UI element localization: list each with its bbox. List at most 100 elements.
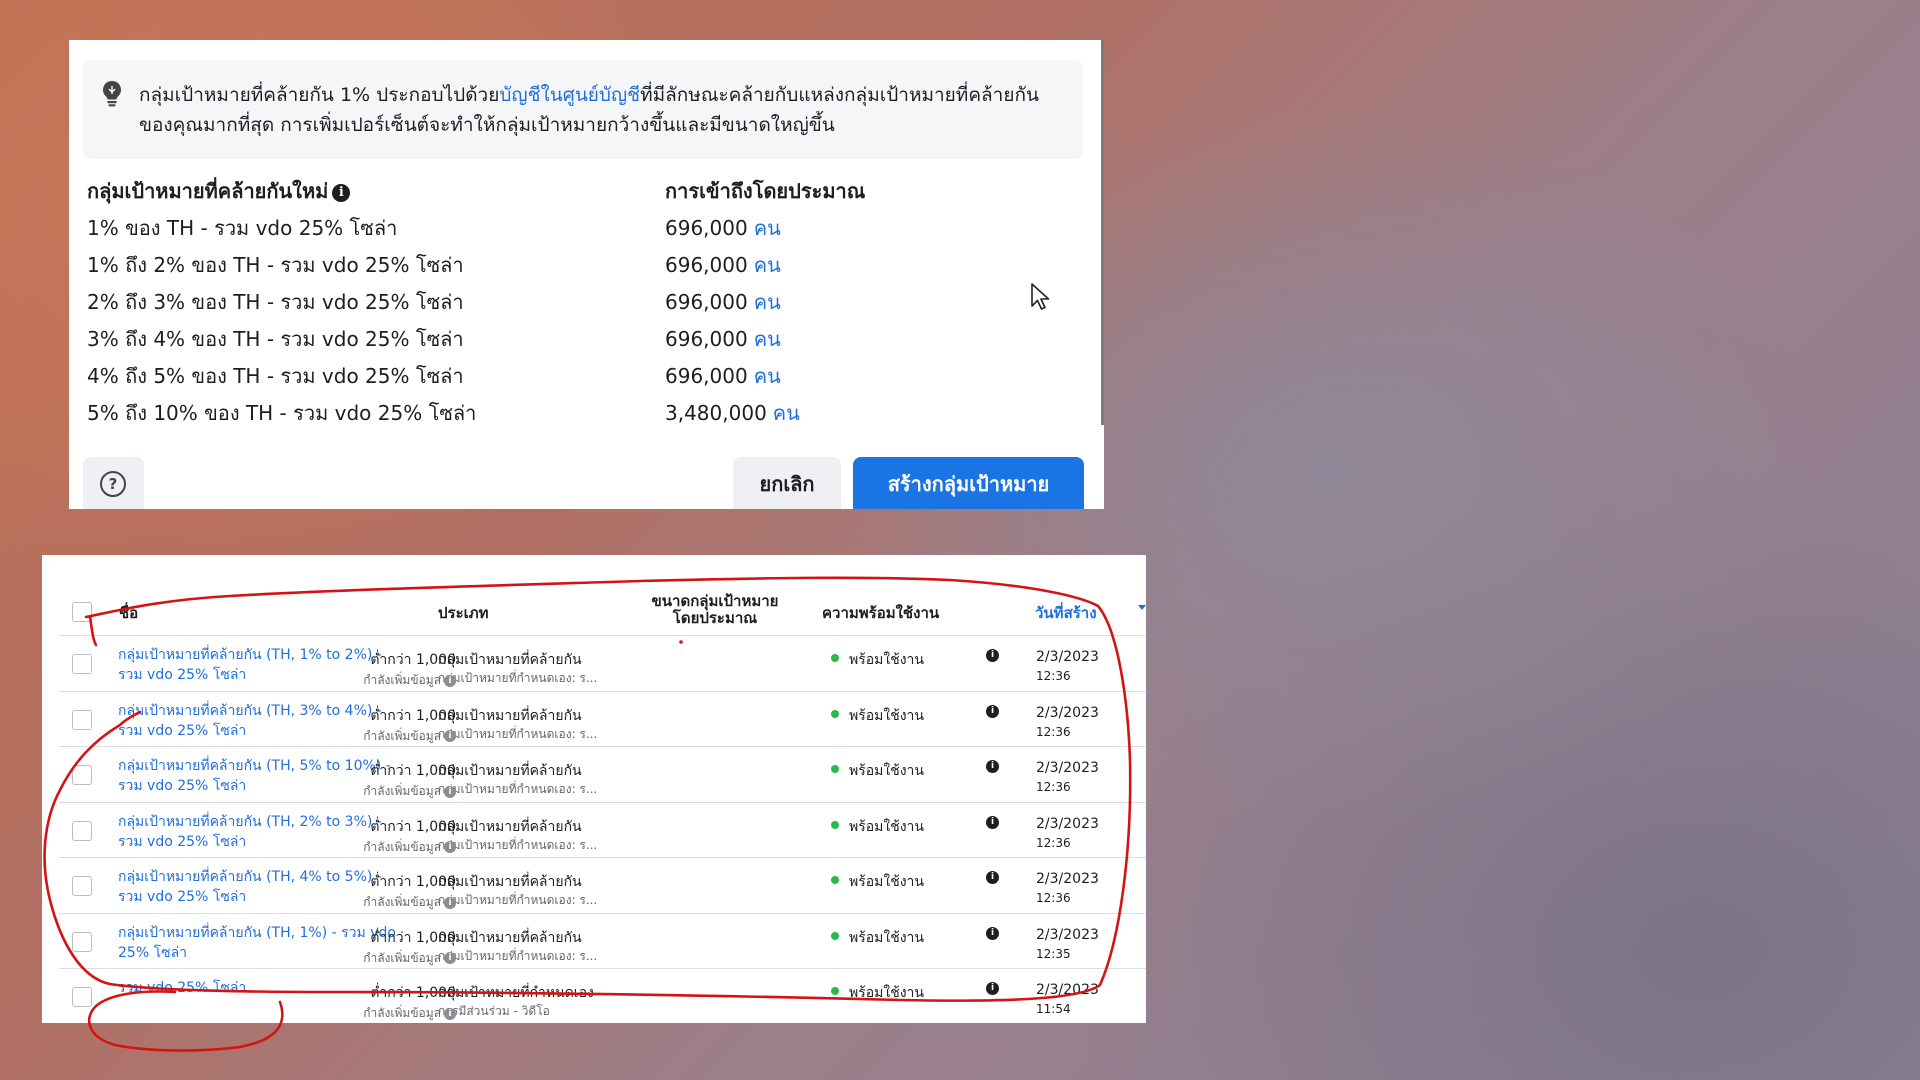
reach-unit-link[interactable]: คน	[754, 290, 781, 314]
info-icon[interactable]: i	[332, 183, 351, 202]
lightbulb-icon	[103, 81, 121, 107]
info-icon[interactable]: i	[986, 760, 999, 773]
account-center-link[interactable]: บัญชีในศูนย์บัญชี	[499, 84, 640, 106]
created-date: 2/3/2023	[1036, 760, 1099, 776]
audience-type: กลุ่มเป้าหมายที่คล้ายกัน	[438, 763, 582, 779]
cancel-button[interactable]: ยกเลิก	[733, 457, 841, 509]
info-icon[interactable]: i	[986, 926, 999, 940]
size-note-label: กำลังเพิ่มข้อมูล	[363, 673, 441, 687]
reach-unit-link[interactable]: คน	[754, 216, 781, 240]
audience-size-note: กำลังเพิ่มข้อมูล i	[363, 727, 456, 746]
reach-unit-link[interactable]: คน	[754, 327, 781, 351]
reach-number: 696,000	[665, 253, 748, 277]
audience-subtype: การมีส่วนร่วม - วิดีโอ	[438, 1004, 550, 1018]
info-icon[interactable]: i	[986, 982, 999, 995]
create-audience-button[interactable]: สร้างกลุ่มเป้าหมาย	[853, 457, 1084, 509]
table-row[interactable]: กลุ่มเป้าหมายที่คล้ายกัน (TH, 1% to 2%) …	[59, 635, 1146, 691]
audience-size: ต่ำกว่า 1,000	[370, 818, 456, 835]
reach-number: 696,000	[665, 364, 748, 388]
status-ready-dot	[831, 931, 839, 940]
column-header-type[interactable]: ประเภท	[438, 601, 489, 625]
audience-subtype: กลุ่มเป้าหมายที่กำหนดเอง: ร...	[438, 726, 598, 741]
estimated-reach-value: 696,000 คน	[665, 249, 781, 279]
dialog-scrollbar[interactable]	[1101, 40, 1104, 425]
sort-down-icon[interactable]	[1138, 605, 1146, 610]
column-header-created[interactable]: วันที่สร้าง	[1035, 601, 1097, 625]
info-icon[interactable]: i	[444, 1007, 456, 1020]
row-checkbox[interactable]	[72, 987, 92, 1007]
table-row[interactable]: กลุ่มเป้าหมายที่คล้ายกัน (TH, 2% to 3%) …	[59, 801, 1146, 858]
row-checkbox[interactable]	[72, 709, 92, 730]
created-time: 12:36	[1036, 835, 1071, 850]
info-icon[interactable]: i	[444, 674, 456, 687]
table-row[interactable]: กลุ่มเป้าหมายที่คล้ายกัน (TH, 4% to 5%) …	[59, 857, 1146, 913]
audience-name-link[interactable]: รวม vdo 25% โซล่า	[118, 978, 408, 998]
table-row[interactable]: รวม vdo 25% โซล่า กลุ่มเป้าหมายที่กำหนดเอ…	[59, 968, 1146, 1023]
estimated-reach-value: 696,000 คน	[665, 323, 781, 353]
reach-number: 696,000	[665, 327, 748, 351]
created-time: 12:36	[1036, 891, 1071, 905]
info-icon[interactable]: i	[444, 952, 456, 964]
created-date: 2/3/2023	[1036, 982, 1099, 998]
created-date: 2/3/2023	[1036, 649, 1099, 665]
reach-unit-link[interactable]: คน	[754, 364, 781, 388]
audience-type: กลุ่มเป้าหมายที่คล้ายกัน	[438, 874, 582, 890]
info-icon[interactable]: i	[444, 785, 456, 798]
info-icon[interactable]: i	[444, 841, 456, 853]
availability-status: พร้อมใช้งาน	[849, 874, 924, 890]
audience-subtype: กลุ่มเป้าหมายที่กำหนดเอง: ร...	[438, 837, 598, 852]
created-date: 2/3/2023	[1036, 704, 1099, 721]
availability-status: พร้อมใช้งาน	[849, 818, 924, 835]
help-button[interactable]: ?	[83, 457, 144, 509]
select-all-checkbox[interactable]	[72, 602, 92, 622]
size-note-label: กำลังเพิ่มข้อมูล	[363, 839, 441, 854]
row-checkbox[interactable]	[72, 931, 92, 952]
audience-size: ต่ำกว่า 1,000	[370, 929, 456, 946]
audience-type: กลุ่มเป้าหมายที่คล้ายกัน	[438, 707, 582, 724]
audience-size-note: กำลังเพิ่มข้อมูล i	[363, 782, 456, 801]
row-checkbox[interactable]	[72, 765, 92, 785]
audience-size-note: กำลังเพิ่มข้อมูล i	[363, 671, 456, 690]
created-date: 2/3/2023	[1036, 815, 1099, 832]
audience-subtype: กลุ่มเป้าหมายที่กำหนดเอง: ร...	[438, 893, 598, 907]
availability-status: พร้อมใช้งาน	[849, 707, 924, 724]
created-date: 2/3/2023	[1036, 871, 1099, 887]
audience-size: ต่ำกว่า 1,000	[370, 707, 456, 724]
created-time: 12:35	[1036, 946, 1071, 961]
row-checkbox[interactable]	[72, 654, 92, 674]
table-row[interactable]: กลุ่มเป้าหมายที่คล้ายกัน (TH, 1%) - รวม …	[59, 912, 1146, 969]
status-ready-dot	[831, 987, 839, 995]
status-ready-dot	[831, 709, 839, 718]
row-checkbox[interactable]	[72, 876, 92, 896]
lookalike-audience-option: 5% ถึง 10% ของ TH - รวม vdo 25% โซล่า	[87, 401, 477, 425]
info-icon[interactable]: i	[444, 896, 456, 909]
column-header-name[interactable]: ชื่อ	[119, 601, 138, 625]
size-note-label: กำลังเพิ่มข้อมูล	[363, 1006, 441, 1020]
estimated-reach-value: 3,480,000 คน	[665, 397, 800, 427]
row-checkbox[interactable]	[72, 820, 92, 841]
reach-unit-link[interactable]: คน	[754, 253, 781, 277]
status-ready-dot	[831, 876, 839, 884]
create-lookalike-dialog: กลุ่มเป้าหมายที่คล้ายกัน 1% ประกอบไปด้วย…	[69, 40, 1104, 509]
info-icon[interactable]: i	[986, 649, 999, 662]
help-circle-icon: ?	[100, 471, 126, 497]
created-time: 12:36	[1036, 780, 1071, 794]
info-icon[interactable]: i	[986, 871, 999, 884]
created-time: 12:36	[1036, 724, 1071, 739]
column-header-size[interactable]: ขนาดกลุ่มเป้าหมาย โดยประมาณ	[640, 593, 790, 627]
info-icon[interactable]: i	[986, 704, 999, 718]
info-text-part: กลุ่มเป้าหมายที่คล้ายกัน 1% ประกอบไปด้วย	[139, 84, 500, 106]
audience-subtype: กลุ่มเป้าหมายที่กำหนดเอง: ร...	[438, 948, 598, 963]
table-row[interactable]: กลุ่มเป้าหมายที่คล้ายกัน (TH, 5% to 10%)…	[59, 746, 1146, 802]
table-row[interactable]: กลุ่มเป้าหมายที่คล้ายกัน (TH, 3% to 4%) …	[59, 690, 1146, 747]
audience-type: กลุ่มเป้าหมายที่คล้ายกัน	[438, 929, 582, 946]
info-text: กลุ่มเป้าหมายที่คล้ายกัน 1% ประกอบไปด้วย…	[139, 80, 1059, 140]
audience-subtype: กลุ่มเป้าหมายที่กำหนดเอง: ร...	[438, 671, 598, 685]
info-icon[interactable]: i	[444, 730, 456, 742]
reach-number: 696,000	[665, 290, 748, 314]
info-icon[interactable]: i	[986, 815, 999, 829]
reach-unit-link[interactable]: คน	[773, 401, 800, 425]
column-header-availability[interactable]: ความพร้อมใช้งาน	[822, 601, 939, 625]
audience-size: ต่ำกว่า 1,000	[370, 874, 456, 890]
created-date: 2/3/2023	[1036, 926, 1099, 943]
